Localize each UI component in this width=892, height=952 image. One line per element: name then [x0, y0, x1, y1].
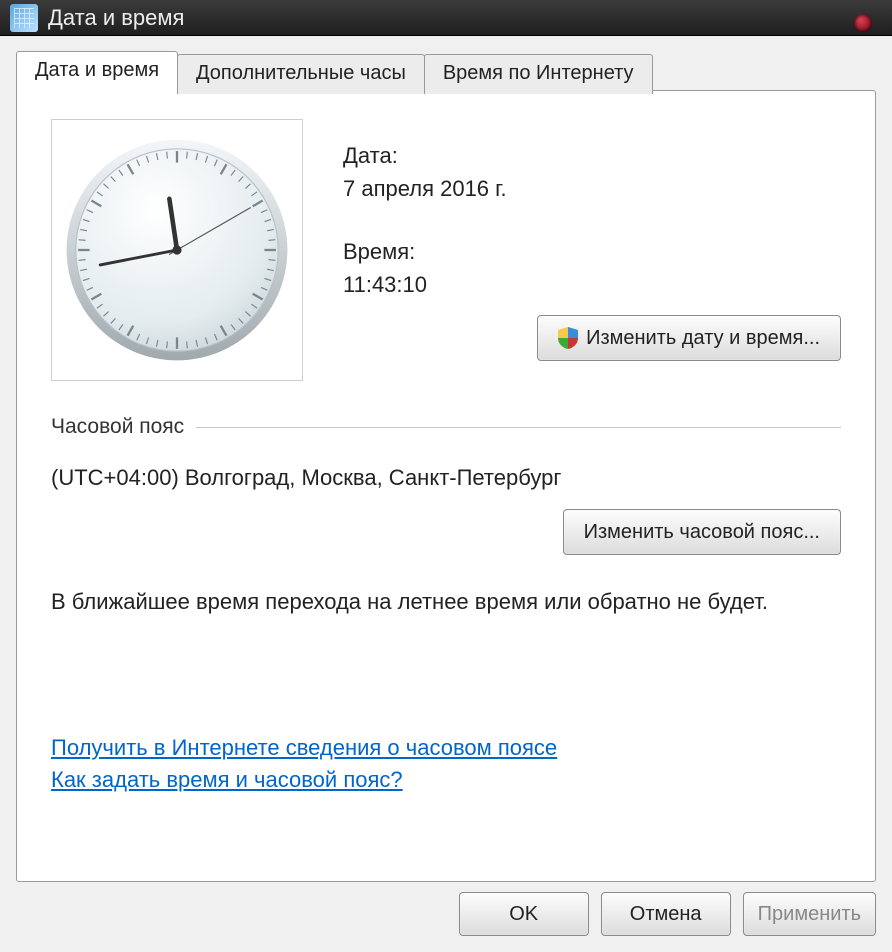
button-label: OK: [509, 903, 538, 926]
datetime-top-row: Дата: 7 апреля 2016 г. Время: 11:43:10: [51, 119, 841, 381]
time-label: Время:: [343, 235, 841, 268]
tab-additional-clocks[interactable]: Дополнительные часы: [177, 54, 425, 94]
analog-clock-icon: [62, 135, 292, 365]
tab-date-time[interactable]: Дата и время: [16, 51, 178, 91]
datetime-info: Дата: 7 апреля 2016 г. Время: 11:43:10: [343, 119, 841, 381]
change-timezone-button[interactable]: Изменить часовой пояс...: [563, 509, 841, 555]
date-label: Дата:: [343, 139, 841, 172]
title-bar[interactable]: Дата и время: [0, 0, 892, 36]
timezone-section-header: Часовой пояс: [51, 415, 841, 439]
apply-button[interactable]: Применить: [743, 892, 876, 936]
window-title: Дата и время: [48, 5, 184, 31]
cancel-button[interactable]: Отмена: [601, 892, 731, 936]
dst-note: В ближайшее время перехода на летнее вре…: [51, 589, 841, 615]
tab-strip: Дата и время Дополнительные часы Время п…: [16, 51, 876, 91]
tab-container: Дата и время Дополнительные часы Время п…: [0, 36, 892, 882]
tab-label: Дополнительные часы: [196, 62, 406, 84]
button-label: Применить: [758, 903, 861, 926]
button-label: Изменить дату и время...: [586, 323, 820, 353]
change-datetime-button[interactable]: Изменить дату и время...: [537, 315, 841, 361]
tab-internet-time[interactable]: Время по Интернету: [424, 54, 653, 94]
uac-shield-icon: [558, 327, 578, 349]
timezone-value: (UTC+04:00) Волгоград, Москва, Санкт-Пет…: [51, 465, 841, 491]
link-how-set-time[interactable]: Как задать время и часовой пояс?: [51, 767, 403, 793]
time-value: 11:43:10: [343, 268, 841, 301]
date-time-app-icon: [10, 4, 38, 32]
client-area: Дата и время Дополнительные часы Время п…: [0, 36, 892, 952]
button-label: Изменить часовой пояс...: [584, 521, 820, 544]
timezone-section-label: Часовой пояс: [51, 415, 184, 439]
tab-label: Время по Интернету: [443, 62, 634, 84]
dialog-button-bar: OK Отмена Применить: [0, 882, 892, 952]
close-icon[interactable]: [854, 14, 872, 32]
tab-page-date-time: Дата: 7 апреля 2016 г. Время: 11:43:10: [16, 90, 876, 882]
ok-button[interactable]: OK: [459, 892, 589, 936]
date-time-dialog: Дата и время Дата и время Дополнительные…: [0, 0, 892, 952]
divider: [196, 427, 841, 428]
button-label: Отмена: [630, 903, 702, 926]
tab-label: Дата и время: [35, 59, 159, 81]
link-timezone-info[interactable]: Получить в Интернете сведения о часовом …: [51, 735, 557, 761]
analog-clock-frame: [51, 119, 303, 381]
help-links: Получить в Интернете сведения о часовом …: [51, 735, 841, 799]
date-value: 7 апреля 2016 г.: [343, 172, 841, 205]
